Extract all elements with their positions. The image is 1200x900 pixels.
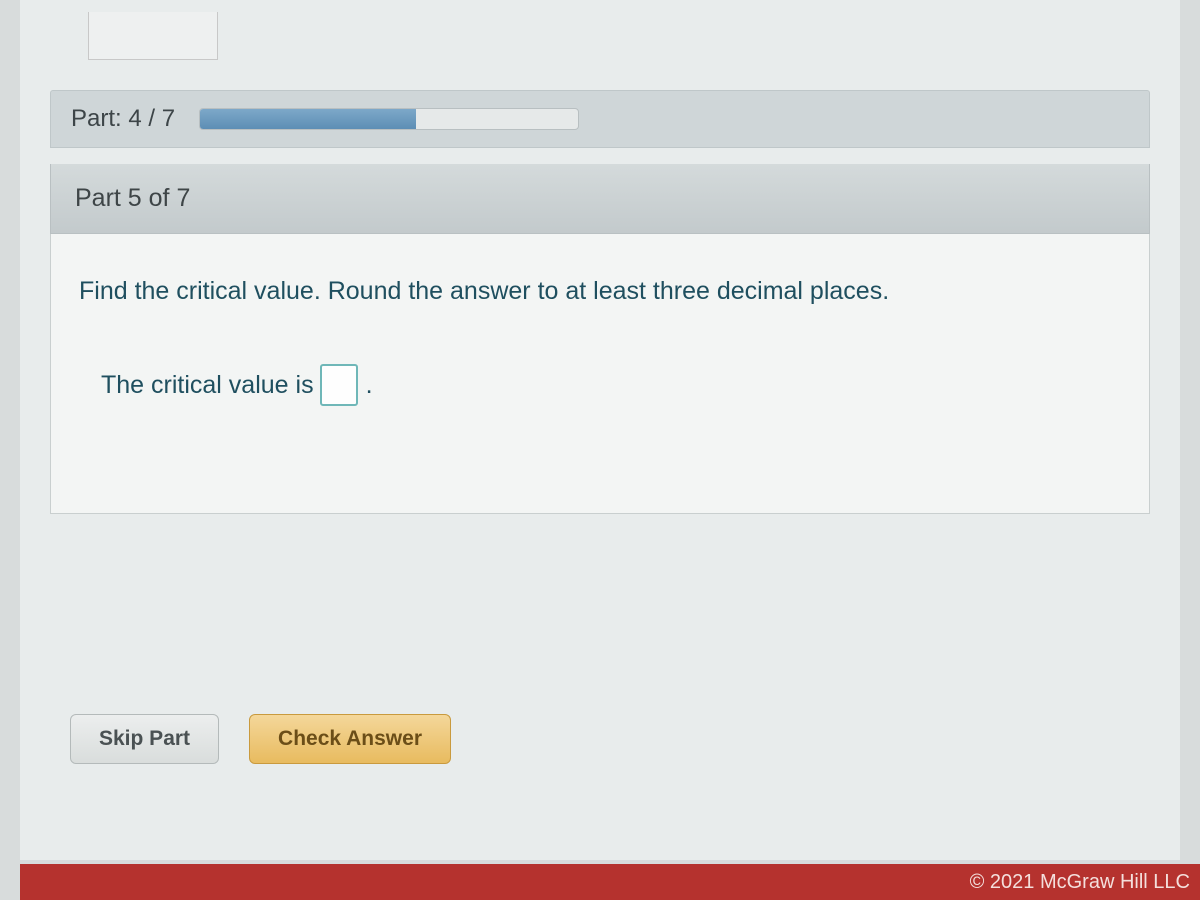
answer-prefix: The critical value is bbox=[101, 371, 314, 400]
question-panel: Find the critical value. Round the answe… bbox=[50, 234, 1150, 514]
footer-bar: © 2021 McGraw Hill LLC bbox=[20, 864, 1200, 900]
copyright-text: © 2021 McGraw Hill LLC bbox=[970, 871, 1190, 894]
page-frame: Part: 4 / 7 Part 5 of 7 Find the critica… bbox=[20, 0, 1180, 860]
answer-line: The critical value is . bbox=[101, 364, 1121, 406]
part-subheader: Part 5 of 7 bbox=[50, 164, 1150, 234]
action-row: Skip Part Check Answer bbox=[50, 714, 1150, 764]
check-answer-button[interactable]: Check Answer bbox=[249, 714, 451, 764]
critical-value-input[interactable] bbox=[320, 364, 358, 406]
question-prompt: Find the critical value. Round the answe… bbox=[79, 274, 1121, 309]
skip-part-button[interactable]: Skip Part bbox=[70, 714, 219, 764]
progress-header: Part: 4 / 7 bbox=[50, 90, 1150, 148]
progress-label: Part: 4 / 7 bbox=[71, 105, 175, 133]
answer-suffix: . bbox=[366, 371, 373, 400]
progress-bar bbox=[199, 108, 579, 130]
previous-part-fragment bbox=[88, 12, 218, 60]
progress-bar-fill bbox=[200, 109, 415, 129]
